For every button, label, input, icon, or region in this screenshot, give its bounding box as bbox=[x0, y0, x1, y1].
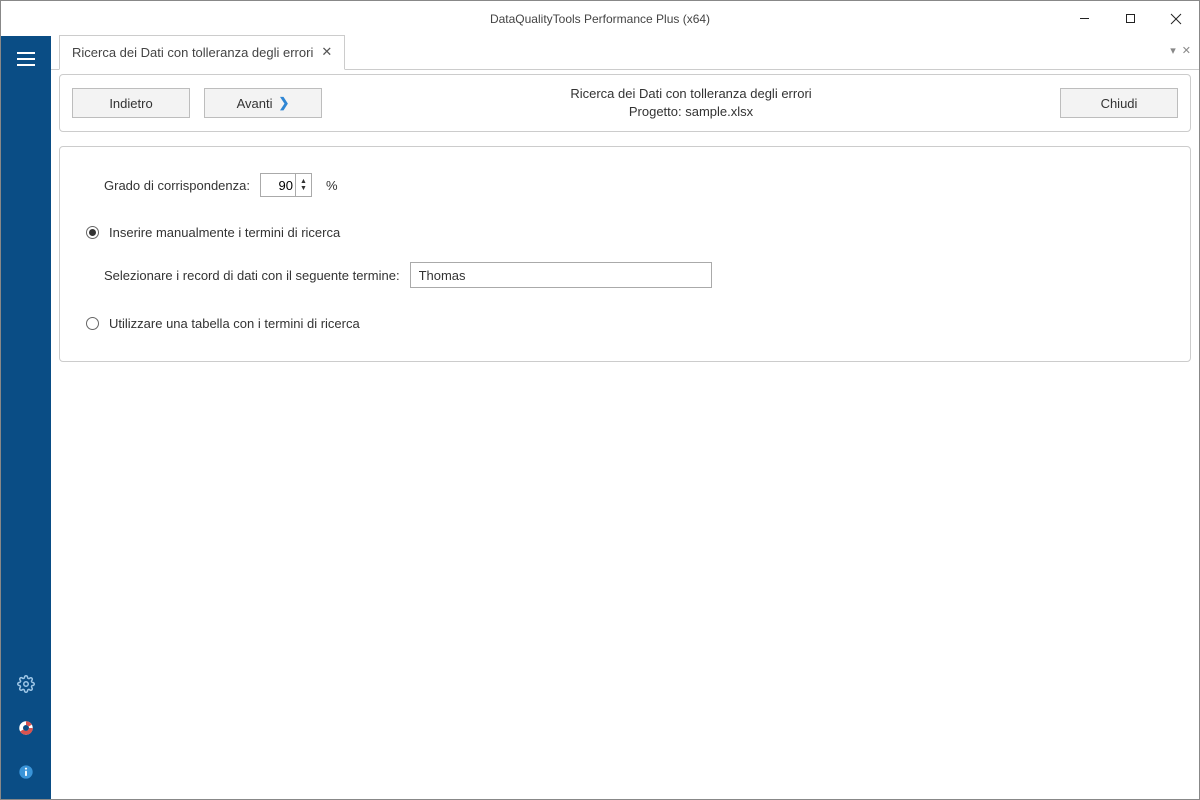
hamburger-icon[interactable] bbox=[13, 46, 39, 72]
back-button-label: Indietro bbox=[109, 96, 152, 111]
spinner-arrows[interactable]: ▲ ▼ bbox=[295, 174, 311, 196]
search-term-row: Selezionare i record di dati con il segu… bbox=[86, 262, 1164, 288]
radio-manual-label: Inserire manualmente i termini di ricerc… bbox=[109, 225, 340, 240]
tab-strip: Ricerca dei Dati con tolleranza degli er… bbox=[51, 36, 1199, 70]
sidebar bbox=[1, 36, 51, 799]
close-button-label: Chiudi bbox=[1101, 96, 1138, 111]
match-degree-input[interactable] bbox=[261, 178, 295, 193]
forward-button[interactable]: Avanti ❯ bbox=[204, 88, 322, 118]
radio-table[interactable] bbox=[86, 317, 99, 330]
maximize-button[interactable] bbox=[1107, 1, 1153, 36]
titlebar: DataQualityTools Performance Plus (x64) bbox=[1, 1, 1199, 36]
window-title: DataQualityTools Performance Plus (x64) bbox=[1, 12, 1199, 26]
search-term-label: Selezionare i record di dati con il segu… bbox=[104, 268, 400, 283]
close-icon[interactable]: ✕ bbox=[321, 44, 332, 60]
match-degree-row: Grado di corrispondenza: ▲ ▼ % bbox=[86, 173, 1164, 197]
minimize-button[interactable] bbox=[1061, 1, 1107, 36]
match-degree-spinner[interactable]: ▲ ▼ bbox=[260, 173, 312, 197]
close-panel-icon[interactable]: ✕ bbox=[1182, 44, 1191, 57]
tab-label: Ricerca dei Dati con tolleranza degli er… bbox=[72, 45, 313, 60]
window-controls bbox=[1061, 1, 1199, 36]
percent-label: % bbox=[326, 178, 338, 193]
tab-panel-controls: ▾ ✕ bbox=[1170, 44, 1191, 57]
search-term-input[interactable] bbox=[410, 262, 712, 288]
content-area: Ricerca dei Dati con tolleranza degli er… bbox=[51, 36, 1199, 799]
info-icon[interactable] bbox=[13, 759, 39, 785]
wizard-header: Indietro Avanti ❯ Ricerca dei Dati con t… bbox=[59, 74, 1191, 132]
wizard-project-line: Progetto: sample.xlsx bbox=[336, 103, 1046, 121]
back-button[interactable]: Indietro bbox=[72, 88, 190, 118]
wizard-title-block: Ricerca dei Dati con tolleranza degli er… bbox=[336, 85, 1046, 121]
radio-manual-row: Inserire manualmente i termini di ricerc… bbox=[86, 225, 1164, 240]
gear-icon[interactable] bbox=[13, 671, 39, 697]
close-button[interactable]: Chiudi bbox=[1060, 88, 1178, 118]
match-degree-label: Grado di corrispondenza: bbox=[104, 178, 250, 193]
lifebuoy-icon[interactable] bbox=[13, 715, 39, 741]
chevron-right-icon: ❯ bbox=[279, 95, 290, 111]
tab-active[interactable]: Ricerca dei Dati con tolleranza degli er… bbox=[59, 35, 345, 70]
dropdown-icon[interactable]: ▾ bbox=[1170, 44, 1176, 57]
chevron-down-icon[interactable]: ▼ bbox=[300, 185, 307, 192]
wizard-heading: Ricerca dei Dati con tolleranza degli er… bbox=[336, 85, 1046, 103]
radio-table-label: Utilizzare una tabella con i termini di … bbox=[109, 316, 360, 331]
window-close-button[interactable] bbox=[1153, 1, 1199, 36]
form-panel: Grado di corrispondenza: ▲ ▼ % Inserire … bbox=[59, 146, 1191, 362]
chevron-up-icon[interactable]: ▲ bbox=[300, 178, 307, 185]
radio-manual[interactable] bbox=[86, 226, 99, 239]
forward-button-label: Avanti bbox=[237, 96, 273, 111]
radio-table-row: Utilizzare una tabella con i termini di … bbox=[86, 316, 1164, 331]
